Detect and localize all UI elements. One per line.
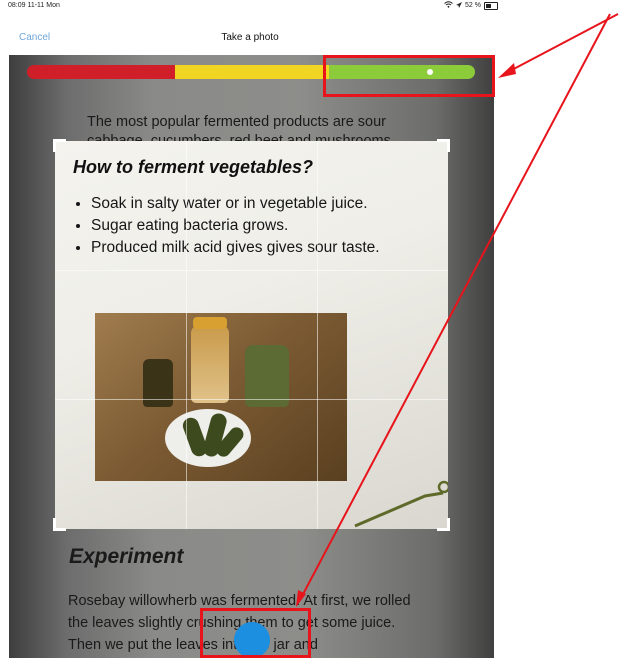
annotation-arrows <box>296 13 619 607</box>
